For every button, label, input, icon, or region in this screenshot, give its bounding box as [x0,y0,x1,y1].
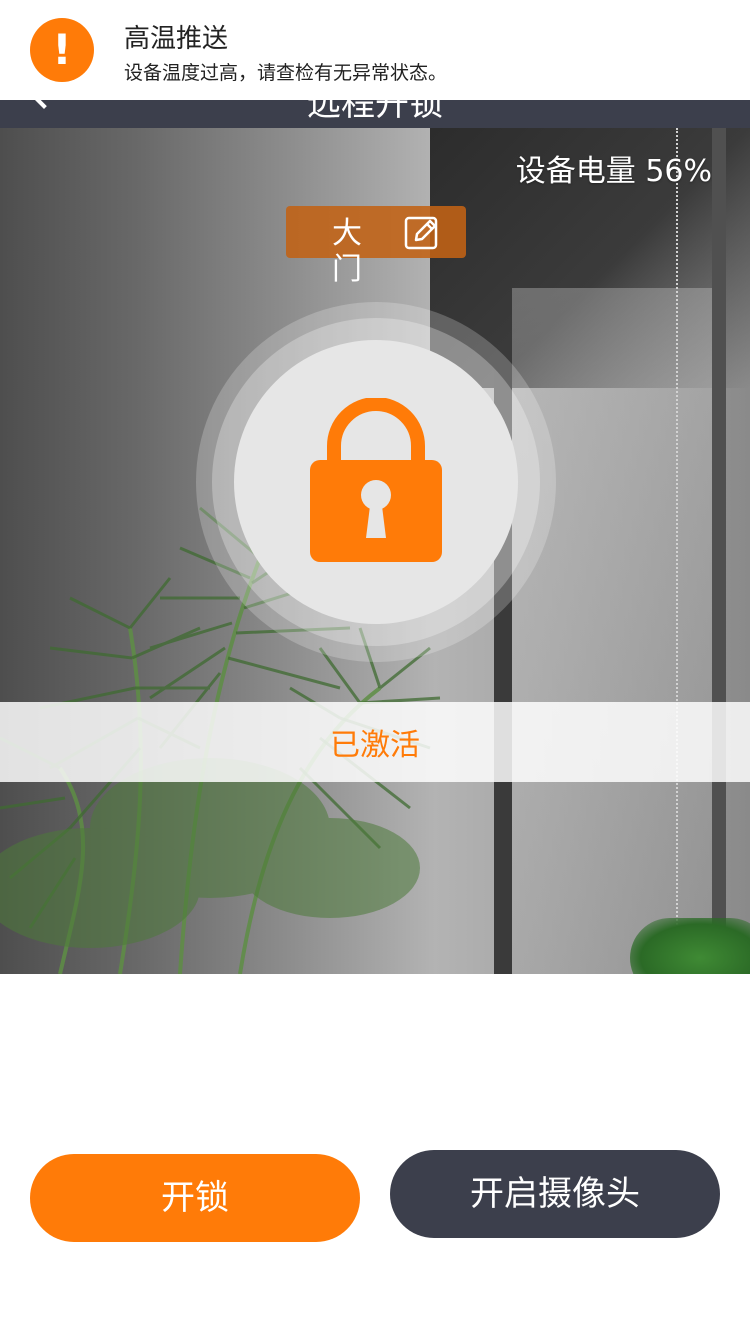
padlock-icon[interactable] [306,398,446,564]
unlock-button[interactable]: 开锁 [30,1154,360,1242]
lock-status-bar: 已激活 [0,702,750,782]
open-camera-button[interactable]: 开启摄像头 [390,1150,720,1238]
notification-title: 高温推送 [124,24,229,54]
edit-icon[interactable] [404,214,440,250]
notification-body: 设备温度过高，请查检有无异常状态。 [124,62,448,84]
door-name-tag[interactable]: 大门 [286,206,466,287]
lock-status: 已激活 [330,728,420,763]
push-notification[interactable]: ! 高温推送 设备温度过高，请查检有无异常状态。 [0,0,750,100]
alert-icon: ! [30,18,94,82]
battery-level: 设备电量 56% [515,154,712,189]
door-name: 大门 [332,216,362,287]
